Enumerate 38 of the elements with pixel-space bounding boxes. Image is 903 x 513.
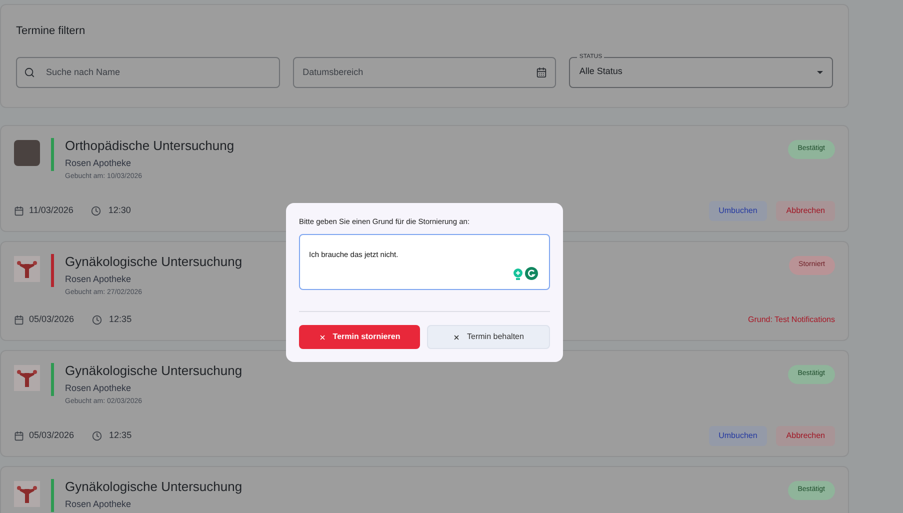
provider-name: Rosen Apotheke: [65, 383, 132, 394]
appointment-title: Gynäkologische Untersuchung: [65, 479, 242, 495]
keep-appointment-button[interactable]: Termin behalten: [427, 325, 550, 350]
reschedule-button[interactable]: Umbuchen: [708, 426, 768, 446]
grammar-assistant-icon: [525, 267, 538, 280]
date-range-field[interactable]: Datumsbereich: [292, 56, 556, 88]
appointment-date: 11/03/2026: [29, 204, 74, 218]
appointment-title: Gynäkologische Untersuchung: [65, 254, 242, 270]
clock-icon: [92, 315, 102, 325]
appointment-title: Orthopädische Untersuchung: [65, 138, 234, 154]
appointment-time: 12:35: [109, 313, 132, 326]
clock-icon: [92, 431, 102, 441]
cancel-button[interactable]: Abbrechen: [776, 426, 835, 446]
appointment-date: 05/03/2026: [29, 313, 74, 326]
calendar-icon: [14, 315, 24, 325]
cancellation-reason: Grund: Test Notifications: [748, 314, 835, 326]
lightbulb-icon: [513, 268, 523, 280]
cancel-button[interactable]: Abbrechen: [776, 201, 835, 221]
status-select-value: Alle Status: [579, 65, 622, 78]
search-field[interactable]: Suche nach Name: [16, 56, 280, 88]
reschedule-button[interactable]: Umbuchen: [708, 201, 768, 221]
calendar-icon: [14, 206, 24, 216]
dropdown-caret-icon: [817, 70, 823, 74]
provider-name: Rosen Apotheke: [65, 274, 132, 285]
close-icon: [318, 334, 326, 341]
provider-name: Rosen Apotheke: [65, 499, 132, 510]
provider-name: Rosen Apotheke: [65, 158, 132, 169]
appointment-title: Gynäkologische Untersuchung: [65, 363, 242, 379]
calendar-icon: [14, 431, 24, 441]
search-icon: [24, 66, 35, 78]
close-icon: [453, 334, 460, 341]
appointment-time: 12:35: [109, 429, 132, 442]
appointment-date: 05/03/2026: [29, 429, 74, 442]
calendar-icon: [536, 66, 548, 78]
cancel-appointment-button[interactable]: Termin stornieren: [299, 325, 420, 350]
appointment-time: 12:30: [108, 204, 131, 218]
filter-title: Termine filtern: [16, 24, 86, 39]
clock-icon: [91, 206, 102, 216]
